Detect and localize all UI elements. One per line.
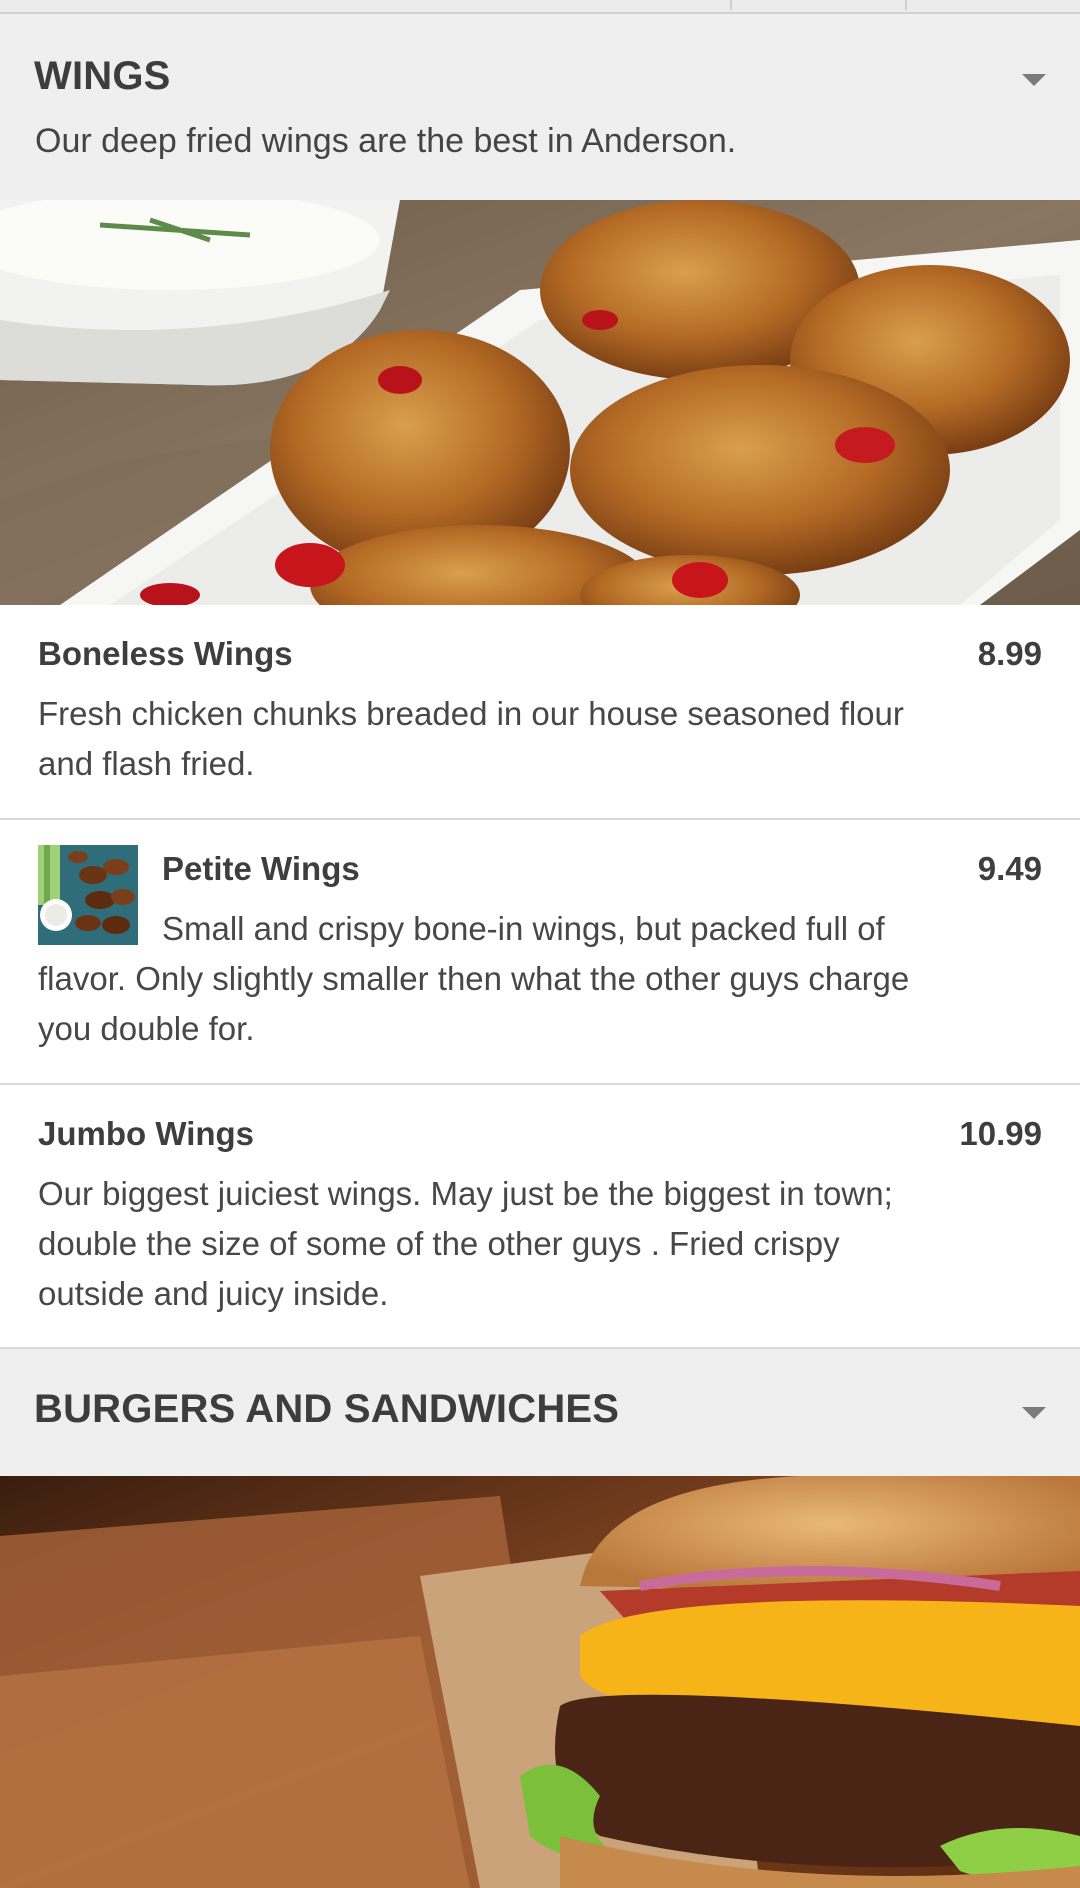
wings-photo [0, 200, 1080, 605]
item-price: 8.99 [977, 635, 1042, 672]
burgers-hero-image [0, 1476, 1080, 1888]
section-title: BURGERS AND SANDWICHES [34, 1387, 620, 1431]
section-header-wings[interactable]: WINGS Our deep fried wings are the best … [0, 14, 1080, 200]
tab-divider [905, 0, 907, 10]
section-description: Our deep fried wings are the best in And… [35, 122, 737, 160]
chevron-down-icon[interactable] [1022, 74, 1046, 86]
item-name: Petite Wings [162, 850, 360, 887]
wings-hero-image [0, 200, 1080, 605]
menu-item-boneless-wings[interactable]: Boneless Wings 8.99 Fresh chicken chunks… [0, 605, 1080, 818]
burger-photo [0, 1476, 1080, 1888]
item-price: 9.49 [977, 850, 1042, 887]
chevron-down-icon[interactable] [1022, 1407, 1046, 1419]
tab-divider [730, 0, 732, 10]
item-name: Boneless Wings [38, 635, 293, 672]
menu-item-petite-wings[interactable]: Petite Wings 9.49 Small and crispy bone-… [0, 820, 1080, 1083]
item-price: 10.99 [959, 1115, 1042, 1152]
item-description: Small and crispy bone-in wings, but pack… [38, 910, 910, 1047]
section-title: WINGS [34, 54, 171, 98]
menu-item-jumbo-wings[interactable]: Jumbo Wings 10.99 Our biggest juiciest w… [0, 1085, 1080, 1348]
item-name: Jumbo Wings [38, 1115, 255, 1152]
top-tab-bar [0, 0, 1080, 14]
item-description: Our biggest juiciest wings. May just be … [38, 1175, 893, 1312]
section-header-burgers[interactable]: BURGERS AND SANDWICHES [0, 1349, 1080, 1476]
item-description: Fresh chicken chunks breaded in our hous… [38, 695, 904, 782]
